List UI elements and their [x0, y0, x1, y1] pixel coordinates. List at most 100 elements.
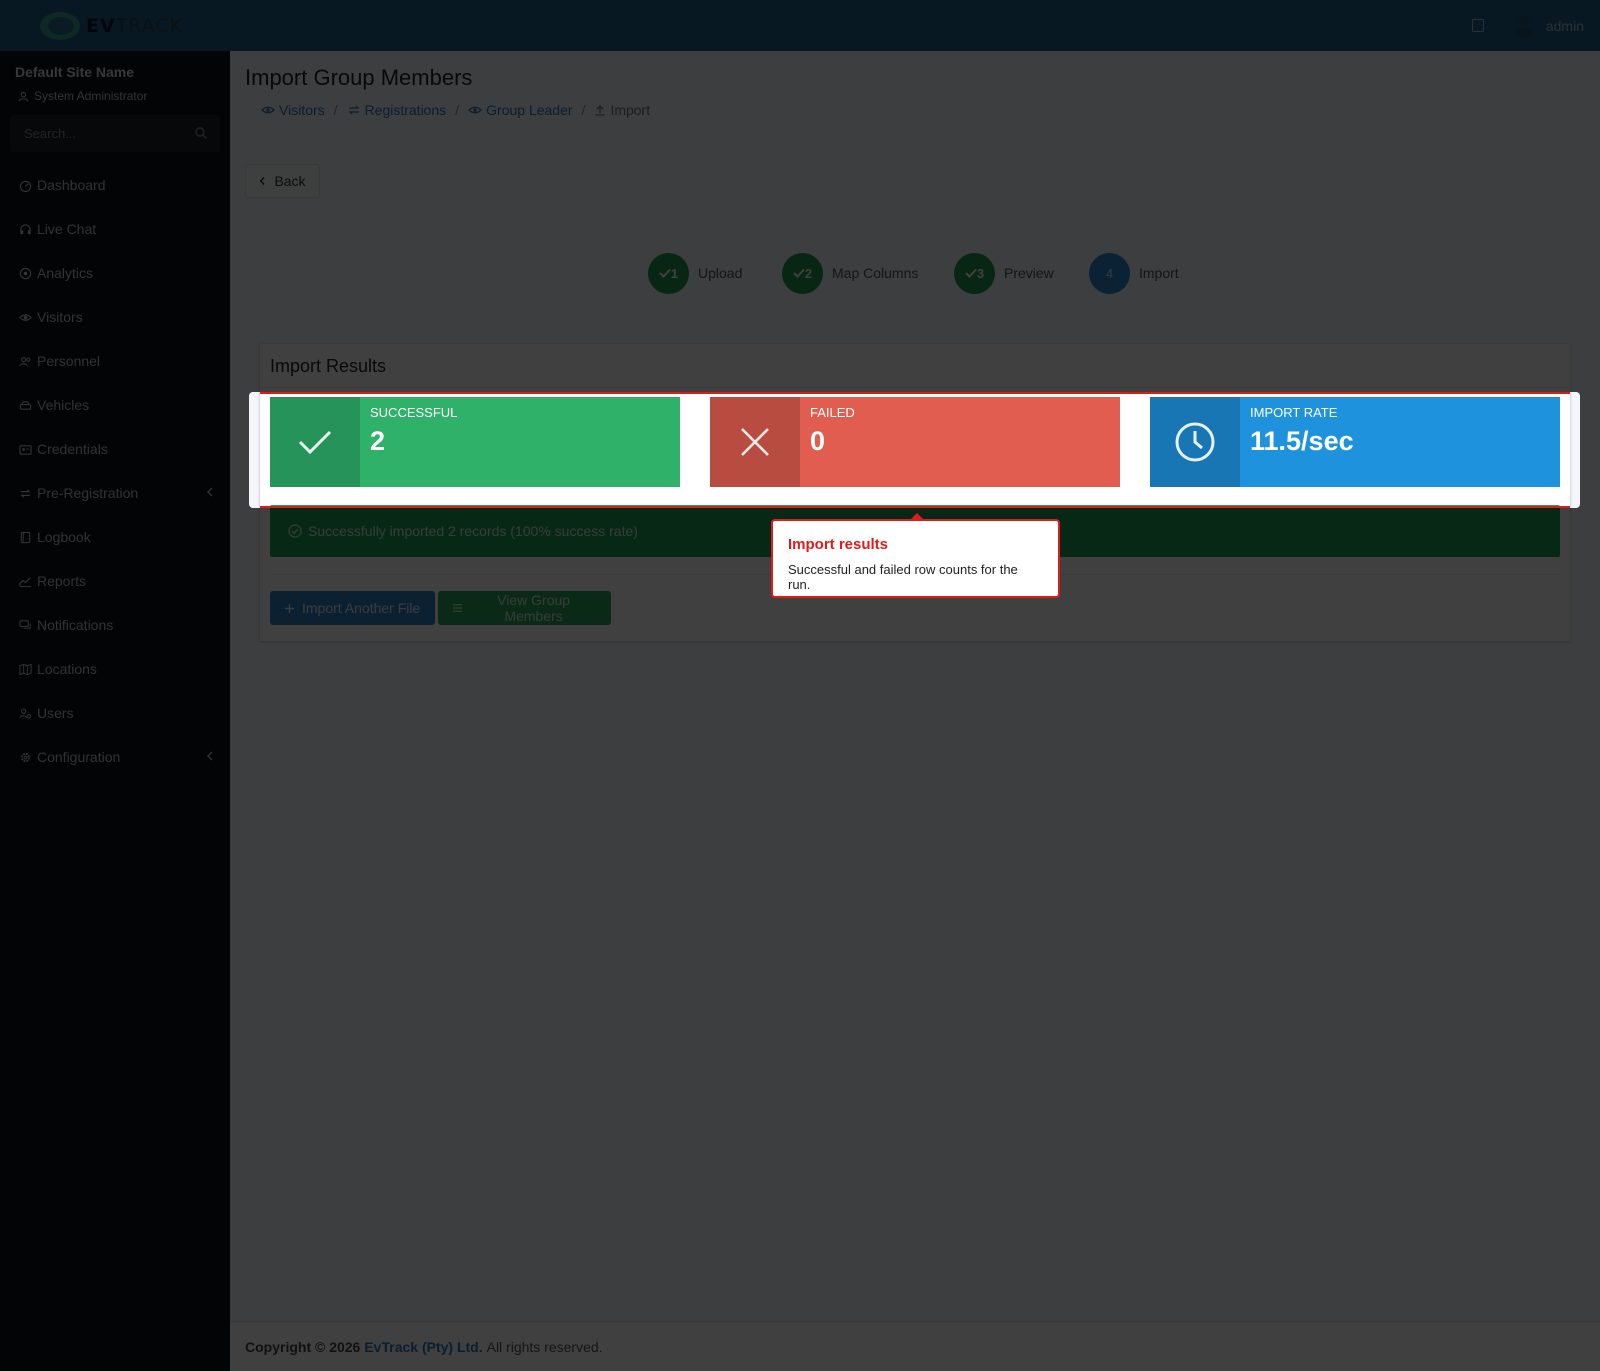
- headset-icon: [20, 223, 31, 234]
- fullscreen-icon[interactable]: [1471, 19, 1484, 32]
- sidebar-item-reports[interactable]: Reports: [0, 559, 230, 603]
- check-icon: [298, 430, 332, 455]
- book-icon: [20, 531, 31, 543]
- check-icon: [965, 268, 977, 278]
- sidebar-item-locations[interactable]: Locations: [0, 647, 230, 691]
- step-circle: 4: [1089, 252, 1130, 294]
- map-icon: [19, 663, 32, 675]
- brand-name: EVTRACK: [86, 14, 184, 37]
- plus-icon: [285, 603, 294, 613]
- tooltip-title: Import results: [788, 536, 889, 553]
- sidebar-item-logbook[interactable]: Logbook: [0, 515, 230, 559]
- step-circle: 1: [648, 252, 689, 294]
- upload-icon: [595, 105, 605, 116]
- stat-value: 2: [370, 426, 386, 456]
- exchange-icon: [20, 488, 31, 498]
- stat-icon-box: [1150, 397, 1240, 487]
- sidebar-item-vehicles[interactable]: Vehicles: [0, 383, 230, 427]
- footer: Copyright © 2026 EvTrack (Pty) Ltd. All …: [230, 1321, 1600, 1371]
- chevron-left-icon: [260, 176, 265, 186]
- eye-icon: [19, 313, 32, 321]
- breadcrumb-separator: /: [455, 102, 460, 118]
- step-circle: 2: [782, 252, 823, 294]
- site-name: Default Site Name: [15, 64, 135, 80]
- stat-label: Import Rate: [1250, 405, 1338, 420]
- breadcrumb-visitors[interactable]: Visitors: [261, 102, 325, 118]
- step-label: Preview: [1004, 265, 1054, 281]
- cog-icon: [20, 752, 31, 762]
- main-content: Import Group Members Visitors / Registra…: [230, 51, 1600, 1321]
- sidebar-item-credentials[interactable]: Credentials: [0, 427, 230, 471]
- sidebar-nav: Dashboard Live Chat Analytics Visitors P…: [0, 163, 230, 779]
- stat-body: Import Rate 11.5/sec: [1240, 397, 1364, 487]
- id-card-icon: [19, 444, 32, 455]
- chart-icon: [19, 576, 32, 587]
- sidebar-item-pre-registration[interactable]: Pre-Registration: [0, 471, 230, 515]
- card-title: Import Results: [270, 356, 387, 376]
- user-name: admin: [1545, 17, 1584, 34]
- chevron-left-icon: [207, 487, 213, 497]
- footer-company-link[interactable]: EvTrack (Pty) Ltd.: [364, 1339, 482, 1355]
- sidebar-item-personnel[interactable]: Personnel: [0, 339, 230, 383]
- sidebar-search: [10, 115, 220, 152]
- sidebar-search-input[interactable]: [10, 115, 180, 152]
- step-label: Upload: [698, 265, 743, 281]
- step-upload: 1 Upload: [648, 251, 742, 295]
- breadcrumb-import: Import: [594, 102, 650, 118]
- step-label: Import: [1139, 265, 1179, 281]
- eye-icon: [261, 106, 275, 114]
- check-icon: [659, 268, 671, 278]
- sidebar-item-users[interactable]: Users: [0, 691, 230, 735]
- footer-copyright: Copyright © 2026: [245, 1338, 361, 1355]
- sidebar-item-visitors[interactable]: Visitors: [0, 295, 230, 339]
- eye-icon: [468, 106, 483, 114]
- sidebar-item-live-chat[interactable]: Live Chat: [0, 207, 230, 251]
- clock-icon: [1175, 422, 1215, 462]
- close-icon: [741, 428, 769, 456]
- stat-icon-box: [710, 397, 800, 487]
- check-icon: [793, 268, 805, 278]
- step-circle: 3: [954, 252, 995, 294]
- view-group-members-button[interactable]: View Group Members: [438, 591, 611, 625]
- stat-body: Failed 0: [800, 397, 865, 487]
- stat-failed: Failed 0: [710, 397, 1120, 487]
- step-map-columns: 2 Map Columns: [782, 251, 918, 295]
- breadcrumb: Visitors / Registrations / Group Leader …: [261, 102, 650, 118]
- user-role: System Administrator: [18, 89, 147, 103]
- page-title: Import Group Members: [245, 65, 473, 90]
- breadcrumb-registrations[interactable]: Registrations: [347, 102, 446, 118]
- card-header: Import Results: [260, 344, 1570, 388]
- breadcrumb-separator: /: [333, 102, 338, 118]
- sidebar-item-dashboard[interactable]: Dashboard: [0, 163, 230, 207]
- step-label: Map Columns: [832, 265, 919, 281]
- breadcrumb-group-leader[interactable]: Group Leader: [468, 102, 573, 118]
- top-navbar: EVTRACK admin: [0, 0, 1600, 51]
- search-icon[interactable]: [194, 126, 208, 140]
- step-preview: 3 Preview: [954, 251, 1054, 295]
- results-stats: Successful 2 Failed 0 Import Rate: [270, 397, 1560, 487]
- sidebar-item-configuration[interactable]: Configuration: [0, 735, 230, 779]
- back-button[interactable]: Back: [245, 164, 320, 198]
- import-another-file-button[interactable]: Import Another File: [270, 591, 435, 625]
- list-icon: [452, 604, 463, 612]
- user-icon: [18, 91, 29, 101]
- tour-tooltip: Import results Successful and failed row…: [771, 513, 1060, 598]
- stat-body: Successful 2: [360, 397, 467, 487]
- sidebar: Default Site Name System Administrator D…: [0, 51, 230, 1371]
- stat-import-rate: Import Rate 11.5/sec: [1150, 397, 1560, 487]
- check-circle-icon: [288, 524, 302, 538]
- footer-rights: All rights reserved.: [486, 1338, 603, 1355]
- import-stepper: 1 Upload 2 Map Columns 3 Preview 4 Impor…: [230, 251, 1600, 295]
- avatar: [1512, 14, 1536, 38]
- user-cog-icon: [19, 707, 31, 718]
- stat-label: Successful: [370, 405, 458, 420]
- tooltip-text: Successful and failed row counts for the…: [788, 562, 1018, 592]
- user-menu[interactable]: admin: [1512, 14, 1584, 38]
- navbar-right: admin: [1471, 0, 1584, 51]
- brand-logo-link[interactable]: EVTRACK: [0, 0, 230, 51]
- evtrack-logo-icon: [38, 9, 82, 43]
- stat-value: 11.5/sec: [1250, 426, 1354, 456]
- sidebar-item-analytics[interactable]: Analytics: [0, 251, 230, 295]
- sidebar-item-notifications[interactable]: Notifications: [0, 603, 230, 647]
- breadcrumb-separator: /: [581, 102, 586, 118]
